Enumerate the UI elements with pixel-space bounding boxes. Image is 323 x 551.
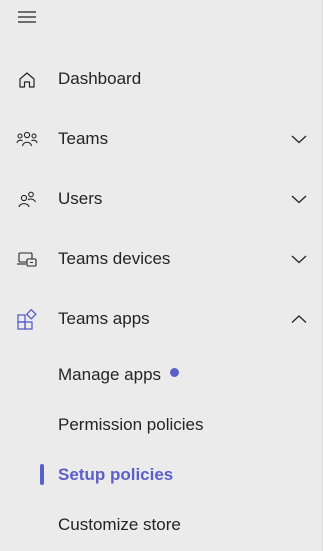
chevron-down-icon[interactable]: [289, 191, 309, 207]
sub-item-manage-apps[interactable]: Manage apps: [0, 355, 322, 395]
nav-item-label: Teams apps: [58, 309, 150, 328]
sub-item-label: Permission policies: [58, 415, 204, 434]
chevron-down-icon[interactable]: [289, 131, 309, 147]
left-navigation: Dashboard Teams Users Teams devices Team…: [0, 0, 323, 551]
teams-icon: [16, 129, 38, 151]
nav-item-dashboard[interactable]: Dashboard: [0, 59, 322, 99]
users-icon: [16, 189, 38, 211]
active-indicator: [40, 464, 44, 485]
nav-item-users[interactable]: Users: [0, 179, 322, 219]
sub-item-label: Manage apps: [58, 365, 162, 384]
sub-item-setup-policies[interactable]: Setup policies: [0, 455, 322, 495]
devices-icon: [16, 249, 38, 271]
sub-item-customize-store[interactable]: Customize store: [0, 505, 322, 545]
sub-item-label: Setup policies: [58, 465, 174, 484]
hamburger-menu-button[interactable]: [12, 2, 42, 32]
sub-item-permission-policies[interactable]: Permission policies: [0, 405, 322, 445]
apps-icon: [16, 309, 38, 331]
nav-item-label: Teams devices: [58, 249, 171, 268]
home-icon: [16, 69, 38, 91]
chevron-up-icon[interactable]: [289, 311, 309, 327]
hamburger-icon: [18, 11, 36, 23]
sub-item-label: Customize store: [58, 515, 181, 534]
nav-item-teams-devices[interactable]: Teams devices: [0, 239, 322, 279]
chevron-down-icon[interactable]: [289, 251, 309, 267]
nav-item-teams-apps[interactable]: Teams apps: [0, 299, 322, 339]
nav-item-label: Users: [58, 189, 103, 208]
nav-item-label: Dashboard: [58, 69, 142, 88]
nav-item-label: Teams: [58, 129, 109, 148]
notification-dot: [170, 368, 179, 377]
nav-item-teams[interactable]: Teams: [0, 119, 322, 159]
